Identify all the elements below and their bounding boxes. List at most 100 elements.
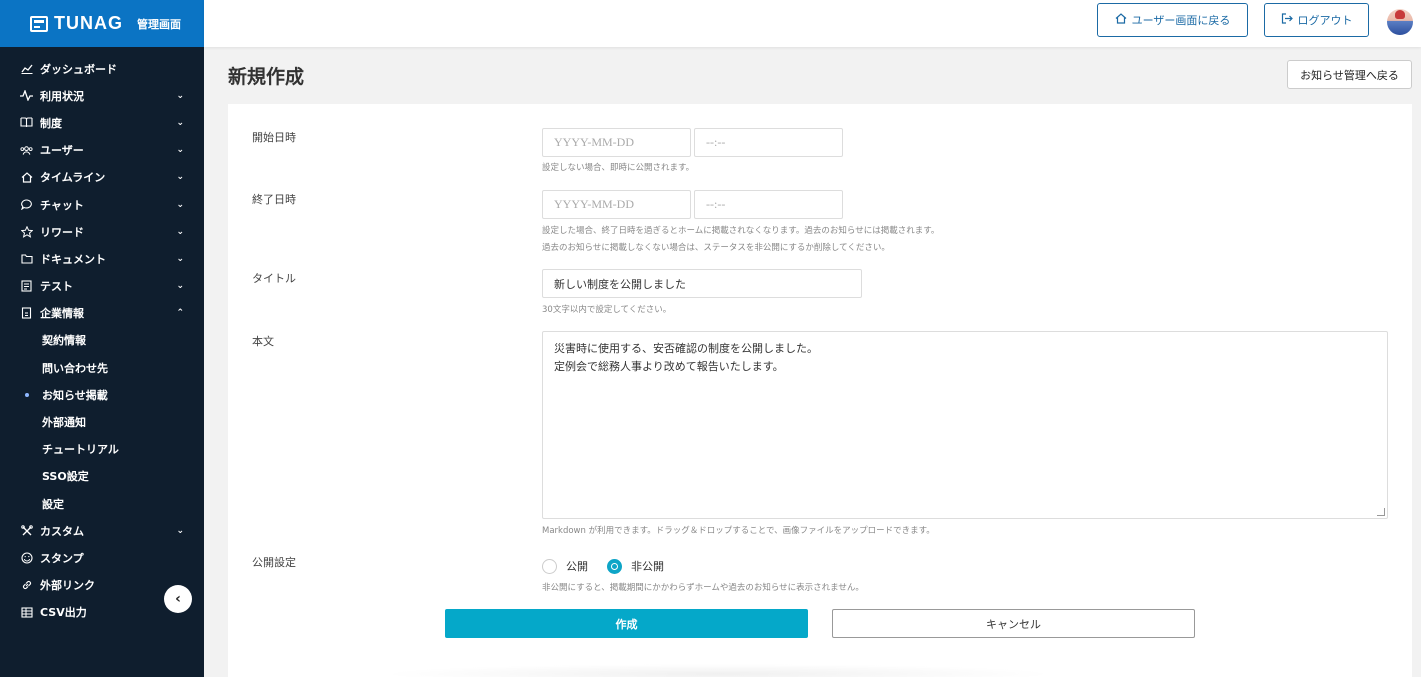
- top-header: ユーザー画面に戻る ログアウト: [204, 0, 1421, 47]
- avatar[interactable]: [1387, 9, 1413, 35]
- home-icon: [20, 171, 33, 184]
- sidebar-item-system[interactable]: 制度 ⌄: [0, 109, 204, 136]
- sidebar-subitem-announcements[interactable]: お知らせ掲載: [0, 381, 204, 408]
- end-date-input[interactable]: YYYY-MM-DD: [542, 190, 691, 219]
- sidebar-item-label: チャット: [40, 198, 84, 212]
- sidebar-item-label: ユーザー: [40, 144, 84, 158]
- sidebar-subitem-settings[interactable]: 設定: [0, 490, 204, 517]
- sidebar-item-custom[interactable]: カスタム ⌄: [0, 517, 204, 544]
- users-icon: [20, 144, 33, 157]
- chevron-down-icon: ⌄: [176, 281, 184, 292]
- user-screen-label: ユーザー画面に戻る: [1131, 14, 1231, 27]
- end-datetime-hint-1: 設定した場合、終了日時を過ぎるとホームに掲載されなくなります。過去のお知らせには…: [542, 226, 940, 236]
- table-icon: [20, 606, 33, 619]
- radio-public[interactable]: 公開: [542, 558, 588, 574]
- radio-public-circle[interactable]: [542, 558, 557, 574]
- building-icon: [20, 307, 33, 320]
- end-datetime-hint-2: 過去のお知らせに掲載しなくない場合は、ステータスを非公開にするか削除してください…: [542, 243, 890, 253]
- cancel-button[interactable]: キャンセル: [832, 609, 1195, 638]
- folder-icon: [20, 252, 33, 265]
- create-button[interactable]: 作成: [445, 609, 808, 638]
- chevron-down-icon: ⌄: [176, 525, 184, 536]
- user-screen-button[interactable]: ユーザー画面に戻る: [1097, 3, 1248, 37]
- sidebar-item-label: テスト: [40, 280, 73, 294]
- chevron-up-icon: ⌃: [176, 308, 184, 319]
- back-to-announcements-button[interactable]: お知らせ管理へ戻る: [1287, 60, 1412, 89]
- sidebar-item-dashboard[interactable]: ダッシュボード: [0, 55, 204, 82]
- admin-label: 管理画面: [137, 17, 181, 31]
- brand-bar[interactable]: TUNAG 管理画面: [0, 0, 204, 47]
- brand-name: TUNAG: [54, 13, 123, 33]
- chevron-down-icon: ⌄: [176, 145, 184, 156]
- start-time-input[interactable]: --:--: [694, 128, 843, 157]
- sidebar-collapse-button[interactable]: ‹: [164, 585, 192, 613]
- chevron-down-icon: ⌄: [176, 172, 184, 183]
- sidebar-item-test[interactable]: テスト ⌄: [0, 273, 204, 300]
- sidebar-subitem-contract[interactable]: 契約情報: [0, 327, 204, 354]
- sidebar-subitem-external-notify[interactable]: 外部通知: [0, 408, 204, 435]
- logout-label: ログアウト: [1297, 14, 1353, 27]
- logout-icon: [1281, 13, 1293, 27]
- clipboard-icon: [20, 280, 33, 293]
- sidebar-item-label: 制度: [40, 116, 62, 130]
- smile-icon: [20, 551, 33, 564]
- sidebar-item-document[interactable]: ドキュメント ⌄: [0, 245, 204, 272]
- visibility-hint: 非公開にすると、掲載期間にかかわらずホームや過去のお知らせに表示されません。: [542, 583, 864, 593]
- sidebar: TUNAG 管理画面 ダッシュボード 利用状況 ⌄ 制度 ⌄ ユーザー ⌄ タイ…: [0, 0, 204, 677]
- sidebar-item-users[interactable]: ユーザー ⌄: [0, 137, 204, 164]
- chevron-down-icon: ⌄: [176, 90, 184, 101]
- link-icon: [20, 579, 33, 592]
- body-line-2: 定例会で総務人事より改めて報告いたします。: [554, 360, 784, 373]
- sidebar-item-label: リワード: [40, 225, 84, 239]
- title-input[interactable]: 新しい制度を公開しました: [542, 269, 862, 298]
- sidebar-item-label: 企業情報: [40, 307, 84, 321]
- chevron-down-icon: ⌄: [176, 117, 184, 128]
- sidebar-item-label: CSV出力: [40, 606, 87, 620]
- chart-icon: [20, 62, 33, 75]
- logo-icon: [30, 15, 48, 32]
- radio-private-circle[interactable]: [607, 558, 622, 574]
- sidebar-item-usage[interactable]: 利用状況 ⌄: [0, 82, 204, 109]
- radio-private-label: 非公開: [631, 560, 664, 573]
- home-icon: [1115, 13, 1127, 27]
- sidebar-item-reward[interactable]: リワード ⌄: [0, 218, 204, 245]
- chevron-down-icon: ⌄: [176, 199, 184, 210]
- visibility-label: 公開設定: [252, 556, 296, 569]
- sidebar-item-label: ドキュメント: [40, 252, 106, 266]
- title-label: タイトル: [252, 272, 296, 285]
- sidebar-subitem-tutorial[interactable]: チュートリアル: [0, 436, 204, 463]
- book-icon: [20, 116, 33, 129]
- end-time-input[interactable]: --:--: [694, 190, 843, 219]
- end-datetime-label: 終了日時: [252, 193, 296, 206]
- page-title: 新規作成: [228, 66, 305, 88]
- sidebar-nav: ダッシュボード 利用状況 ⌄ 制度 ⌄ ユーザー ⌄ タイムライン ⌄ チャット…: [0, 47, 204, 626]
- logout-button[interactable]: ログアウト: [1264, 3, 1369, 37]
- chat-icon: [20, 198, 33, 211]
- sidebar-subitem-contact[interactable]: 問い合わせ先: [0, 354, 204, 381]
- start-date-input[interactable]: YYYY-MM-DD: [542, 128, 691, 157]
- sidebar-item-label: カスタム: [40, 524, 84, 538]
- start-datetime-hint: 設定しない場合、即時に公開されます。: [542, 163, 695, 173]
- body-label: 本文: [252, 335, 274, 348]
- sidebar-item-label: ダッシュボード: [40, 62, 117, 76]
- sidebar-item-label: 外部リンク: [40, 579, 95, 593]
- sidebar-item-label: タイムライン: [40, 171, 106, 185]
- scroll-shadow: [378, 664, 1058, 677]
- body-hint: Markdown が利用できます。ドラッグ＆ドロップすることで、画像ファイルをア…: [542, 526, 935, 536]
- star-icon: [20, 225, 33, 238]
- form-card: 開始日時 YYYY-MM-DD --:-- 設定しない場合、即時に公開されます。…: [228, 104, 1412, 677]
- body-textarea[interactable]: 災害時に使用する、安否確認の制度を公開しました。 定例会で総務人事より改めて報告…: [542, 331, 1388, 519]
- radio-private[interactable]: 非公開: [607, 558, 664, 574]
- sidebar-item-label: スタンプ: [40, 551, 84, 565]
- resize-handle-icon[interactable]: [1377, 508, 1385, 516]
- title-hint: 30文字以内で設定してください。: [542, 305, 672, 315]
- sidebar-item-stamp[interactable]: スタンプ: [0, 544, 204, 571]
- pulse-icon: [20, 89, 33, 102]
- start-datetime-label: 開始日時: [252, 131, 296, 144]
- sidebar-item-chat[interactable]: チャット ⌄: [0, 191, 204, 218]
- sidebar-item-timeline[interactable]: タイムライン ⌄: [0, 164, 204, 191]
- sidebar-subitem-sso[interactable]: SSO設定: [0, 463, 204, 490]
- chevron-down-icon: ⌄: [176, 226, 184, 237]
- sidebar-item-company[interactable]: 企業情報 ⌃: [0, 300, 204, 327]
- radio-public-label: 公開: [566, 560, 588, 573]
